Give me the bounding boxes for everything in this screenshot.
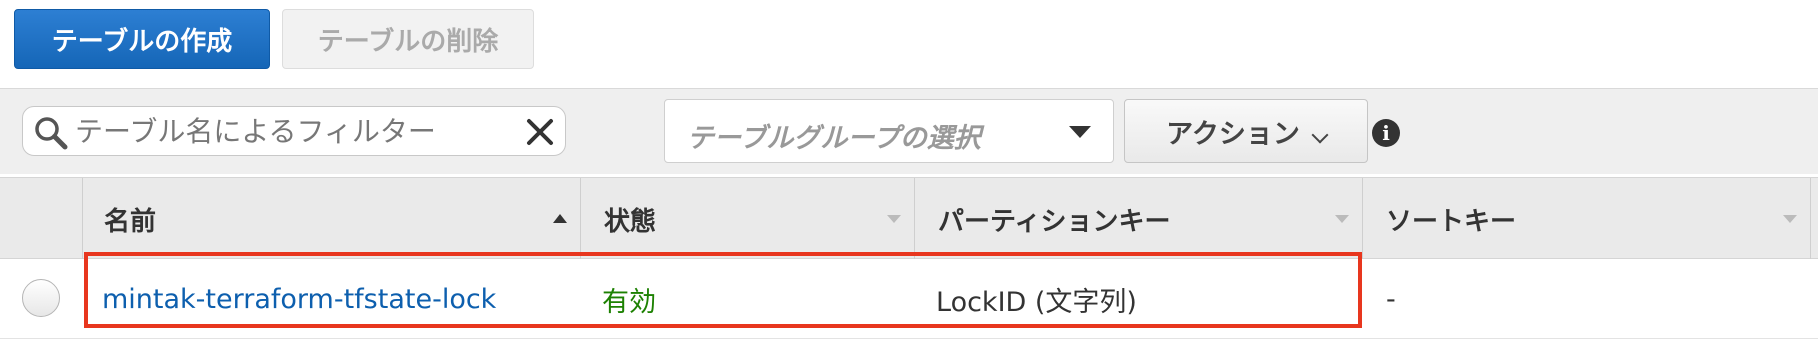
column-header-status[interactable]: 状態: [604, 178, 904, 260]
filter-toolbar: テーブルグループの選択 アクション i: [0, 88, 1818, 174]
chevron-down-icon: [1311, 126, 1329, 144]
column-header-partition-key[interactable]: パーティションキー: [938, 178, 1338, 260]
top-action-bar: テーブルの作成 テーブルの削除: [0, 0, 1818, 85]
caret-down-icon: [1069, 126, 1091, 138]
sort-key-value: -: [1386, 283, 1396, 315]
sort-icon[interactable]: [1335, 215, 1349, 223]
column-header-name-label: 名前: [104, 206, 157, 237]
table-filter-input[interactable]: [73, 111, 513, 151]
table-name-link[interactable]: mintak-terraform-tfstate-lock: [102, 259, 496, 339]
actions-menu-button[interactable]: アクション: [1124, 99, 1368, 163]
search-icon: [35, 117, 68, 150]
row-select-radio[interactable]: [22, 279, 60, 317]
close-icon[interactable]: [523, 115, 557, 149]
column-divider: [580, 178, 581, 260]
partition-key-value: LockID (文字列): [936, 286, 1137, 318]
sort-icon[interactable]: [887, 215, 901, 223]
table-group-select[interactable]: テーブルグループの選択: [664, 99, 1114, 163]
sort-icon[interactable]: [1783, 215, 1797, 223]
status-badge: 有効: [602, 286, 656, 318]
column-divider: [1362, 178, 1363, 260]
info-icon[interactable]: i: [1372, 119, 1400, 147]
column-divider: [1810, 178, 1811, 260]
column-header-name[interactable]: 名前: [104, 178, 574, 260]
table-filter-box[interactable]: [22, 106, 566, 156]
column-divider: [82, 178, 83, 260]
create-table-button[interactable]: テーブルの作成: [14, 9, 270, 69]
column-header-partition-key-label: パーティションキー: [938, 206, 1171, 237]
table-header: 名前 状態 パーティションキー ソートキー: [0, 177, 1818, 260]
table-row: mintak-terraform-tfstate-lock 有効 LockID …: [0, 259, 1818, 339]
column-header-sort-key[interactable]: ソートキー: [1386, 178, 1786, 260]
actions-menu-label: アクション: [1166, 118, 1300, 150]
column-divider: [914, 178, 915, 260]
column-header-sort-key-label: ソートキー: [1386, 206, 1517, 237]
column-header-status-label: 状態: [604, 206, 657, 237]
table-group-select-placeholder: テーブルグループの選択: [687, 123, 981, 154]
delete-table-button: テーブルの削除: [282, 9, 534, 69]
sort-ascending-icon[interactable]: [553, 214, 567, 223]
